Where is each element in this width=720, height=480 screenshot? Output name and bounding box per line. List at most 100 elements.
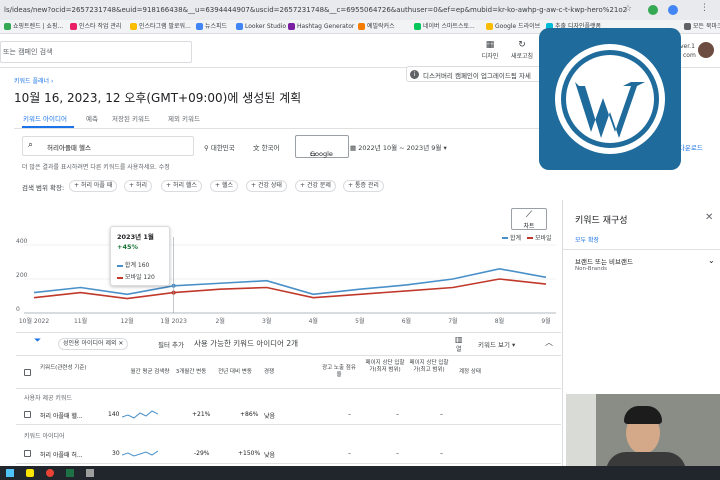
adult-filter-chip[interactable]: 성인용 아이디어 제외 ✕ [58, 338, 129, 350]
chip-7[interactable]: + 통증 관리 [343, 180, 384, 192]
tooltip-total-value: 160 [137, 262, 150, 269]
bookmark-7[interactable]: 예빌락커스 [358, 20, 395, 34]
bookmark-3[interactable]: 인스타그램 팔로워... [130, 20, 191, 34]
tooltip-total: 합계 160 [117, 260, 149, 269]
col-impression-share[interactable]: 광고 노출 점유율 [322, 365, 356, 379]
menu-icon[interactable]: ⋮ [700, 3, 709, 13]
columns-button[interactable]: ▥ 열 [455, 335, 463, 353]
account-name: ver.1 [680, 43, 695, 50]
chip-1-label: 허리 아플 때 [80, 182, 113, 189]
tooltip-change: +45% [117, 243, 139, 251]
keyword-view-button[interactable]: 키워드 보기 ▾ [478, 339, 515, 349]
search-input[interactable]: 또는 캠페인 검색 [0, 41, 192, 63]
row-keyword[interactable]: 허리 아플때 헬... [40, 411, 83, 420]
extensions-icon[interactable] [648, 5, 658, 15]
chevron-down-icon[interactable]: ⌄ [708, 256, 715, 265]
row-checkbox[interactable] [24, 450, 31, 457]
bookmark-label: Looker Studio [245, 23, 287, 30]
url-field[interactable]: ls/ideas/new?ocid=2657231748&euid=918166… [4, 3, 644, 17]
brand-section-title[interactable]: 브랜드 또는 비브랜드 [575, 256, 633, 266]
avatar[interactable] [698, 42, 714, 58]
bookmark-favicon-icon [130, 23, 137, 30]
app-icon[interactable] [86, 469, 94, 477]
bookmark-2[interactable]: 인스타 작업 관리 [70, 20, 121, 34]
close-icon[interactable]: ✕ [705, 212, 713, 223]
col-bid-high[interactable]: 페이지 상단 입찰가(최고 범위) [409, 360, 449, 374]
tab-forecast[interactable]: 예측 [86, 113, 98, 123]
col-bid-low[interactable]: 페이지 상단 입찰가(최저 범위) [365, 360, 405, 374]
star-icon[interactable]: ☆ [624, 4, 632, 14]
bookmark-11[interactable]: 모든 북마크 [684, 20, 720, 34]
col-competition[interactable]: 경쟁 [262, 369, 276, 376]
bookmark-6[interactable]: Hashtag Generator [288, 20, 354, 34]
info-icon: i [410, 70, 419, 79]
bookmark-8[interactable]: 네이버 스마트스토... [414, 20, 475, 34]
calendar-icon: ▦ [350, 144, 357, 152]
x-tick-label: 1월 2023 [160, 317, 187, 325]
row-sparkline [122, 410, 158, 419]
x-tick-label: 8월 [495, 317, 504, 325]
add-filter-button[interactable]: 필터 추가 [158, 339, 184, 349]
row-share: – [348, 450, 351, 457]
col-keyword[interactable]: 키워드(관련성 기준) [40, 365, 88, 372]
design-tool-button[interactable]: ▦ 디자인 [477, 40, 503, 60]
expand-all-link[interactable]: 모두 확장 [575, 235, 599, 244]
row-checkbox[interactable] [24, 411, 31, 418]
chip-5[interactable]: + 건강 상태 [246, 180, 287, 192]
row-bid-high: – [440, 450, 443, 457]
webcam-overlay [566, 394, 720, 474]
network-filter[interactable]: ⚏ Google [295, 135, 349, 158]
chip-2-label: 허리 [135, 182, 147, 189]
table-row[interactable]: 허리 아플때 헬... 140 +21% +86% 낮음 – – – [16, 405, 561, 425]
design-icon: ▦ [485, 40, 495, 50]
tooltip-mobile: 모바일 120 [117, 272, 155, 281]
chip-5-label: 건강 상태 [257, 182, 282, 189]
row-keyword[interactable]: 허리 아플때 허... [40, 450, 83, 459]
keyword-value: 허리아플때 헬스 [47, 144, 91, 152]
bookmark-9[interactable]: Google 드라이브 [486, 20, 540, 34]
kakao-icon[interactable] [26, 469, 34, 477]
refresh-tool-button[interactable]: ↻ 새로고침 [509, 40, 535, 60]
date-range-filter[interactable]: ▦ 2022년 10월 ~ 2023년 9월 ▾ [350, 142, 447, 152]
chip-3[interactable]: + 허리 헬스 [161, 180, 202, 192]
filter-icon[interactable]: ⏷ [34, 336, 41, 346]
bookmark-favicon-icon [196, 23, 203, 30]
bookmark-label: 예빌락커스 [367, 23, 395, 30]
chip-1[interactable]: + 허리 아플 때 [69, 180, 118, 192]
breadcrumb[interactable]: 키워드 플래너 › [14, 76, 53, 85]
wordpress-icon [555, 44, 665, 154]
bookmark-label: Google 드라이브 [495, 23, 541, 30]
start-icon[interactable] [6, 469, 14, 477]
bookmark-1[interactable]: 쇼핑트렌드 | 쇼핑... [4, 20, 63, 34]
chip-6[interactable]: + 건강 문제 [295, 180, 336, 192]
bookmark-4[interactable]: 뉴스피드 [196, 20, 227, 34]
tab-saved-keywords[interactable]: 저장된 키워드 [112, 113, 150, 123]
language-filter[interactable]: 文 한국어 [253, 142, 280, 152]
tab-keyword-ideas[interactable]: 키워드 아이디어 [23, 113, 67, 123]
x-tick-label: 6월 [402, 317, 411, 325]
excel-icon[interactable] [66, 469, 74, 477]
select-all-checkbox[interactable] [24, 369, 31, 376]
profile-icon[interactable] [668, 5, 678, 15]
chrome-icon[interactable] [46, 469, 54, 477]
chip-2[interactable]: + 허리 [124, 180, 152, 192]
tab-negative-keywords[interactable]: 제외 키워드 [168, 113, 200, 123]
x-tick-label: 10월 2022 [19, 317, 50, 325]
location-filter[interactable]: ⚲ 대한민국 [204, 142, 235, 152]
col-three-month[interactable]: 3개월간 변동 [172, 369, 210, 376]
table-row[interactable]: 허리 아플때 허... 30 -29% +150% 낮음 – – – [16, 444, 561, 464]
col-yoy[interactable]: 전년 대비 변동 [212, 369, 258, 376]
col-account-status[interactable]: 계정 상태 [454, 369, 486, 376]
keyword-search-field[interactable]: ⌕ 허리아플때 헬스 [22, 136, 194, 156]
tab-divider [14, 128, 560, 129]
chart-type-button[interactable]: ⟋ 차트 [511, 208, 547, 230]
collapse-icon[interactable]: ︿ [545, 337, 553, 348]
os-taskbar [0, 466, 720, 480]
bookmark-5[interactable]: Looker Studio [236, 20, 286, 34]
brand-section-sub: Non-Brands [575, 266, 608, 272]
chip-4[interactable]: + 헬스 [210, 180, 238, 192]
location-value: 대한민국 [210, 144, 235, 152]
upgrade-notice[interactable]: i 디스커버리 캠페인이 업그레이드됨 자세 [406, 66, 558, 82]
chevron-down-icon: ▾ [443, 144, 447, 152]
tooltip-mobile-value: 120 [143, 274, 155, 281]
